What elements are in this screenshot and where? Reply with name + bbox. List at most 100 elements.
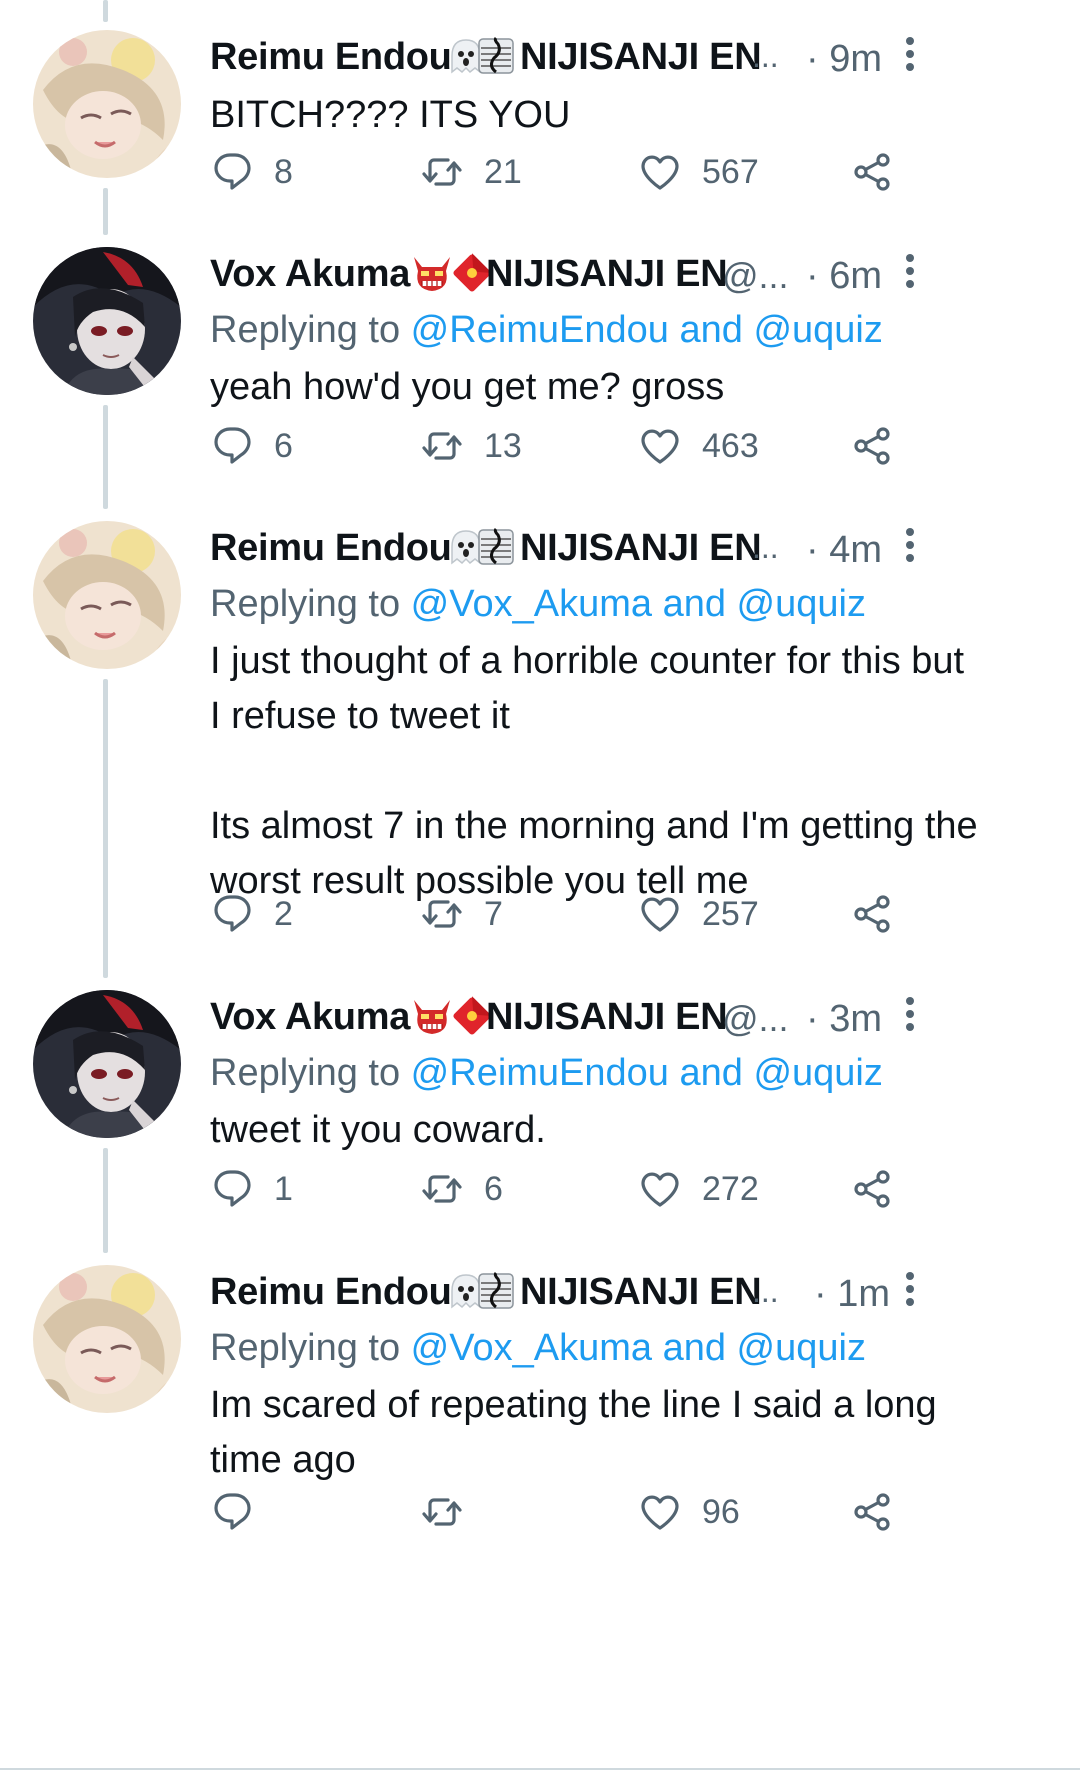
tweet-text: BITCH???? ITS YOU — [210, 94, 571, 136]
replying-to-label: Replying to — [210, 309, 411, 351]
tweet-actions: 6 13 463 — [210, 422, 1040, 470]
avatar[interactable] — [33, 247, 181, 395]
tweet-actions: 2 7 257 — [210, 890, 1040, 938]
retweet-count: 21 — [484, 152, 522, 191]
mention-links[interactable]: @ReimuEndou and @uquiz — [411, 1052, 883, 1094]
thread-connector — [103, 1148, 108, 1253]
retweet-button[interactable]: 21 — [420, 148, 522, 196]
author-name[interactable]: Reimu Endou — [210, 1271, 452, 1314]
musical-score-emoji-icon — [476, 1271, 516, 1316]
tweet-header: Reimu Endou NIJISANJI EN... · 4m — [210, 521, 1040, 577]
avatar[interactable] — [33, 1265, 181, 1413]
author-affiliation: NIJISANJI EN — [486, 253, 728, 295]
more-vertical-icon[interactable] — [900, 994, 920, 1034]
author-handle[interactable]: @... — [722, 998, 789, 1040]
retweet-icon — [422, 1498, 462, 1526]
like-button[interactable]: 96 — [638, 1488, 740, 1536]
replying-to-label: Replying to — [210, 583, 411, 625]
reply-count: 1 — [274, 1169, 293, 1208]
heart-icon — [641, 1172, 679, 1207]
author-affiliation: NIJISANJI EN — [486, 996, 728, 1038]
share-button[interactable] — [850, 890, 894, 938]
avatar[interactable] — [33, 30, 181, 178]
share-button[interactable] — [850, 1165, 894, 1213]
tweet-header: Vox Akuma NIJISANJI EN @... · 6m — [210, 247, 1040, 303]
tweet-header: Vox Akuma NIJISANJI EN @... · 3m — [210, 990, 1040, 1046]
timestamp[interactable]: · 4m — [806, 529, 882, 572]
reply-count: 6 — [274, 426, 293, 465]
replying-to: Replying to @ReimuEndou and @uquiz — [210, 303, 1040, 358]
heart-icon — [641, 1495, 679, 1530]
retweet-button[interactable]: 7 — [420, 890, 503, 938]
ogre-emoji-icon — [410, 996, 454, 1041]
truncation-ellipsis: ... — [752, 529, 779, 565]
tweet-text: tweet it you coward. — [210, 1109, 546, 1151]
tweet-content: Vox Akuma NIJISANJI EN @... · 3m Replying to… — [210, 990, 1040, 1158]
like-count: 463 — [702, 426, 759, 465]
reply-count: 2 — [274, 894, 293, 933]
share-button[interactable] — [850, 422, 894, 470]
heart-icon — [641, 429, 679, 464]
timestamp[interactable]: · 9m — [806, 38, 882, 81]
tweet-text: Im scared of repeating the line I said a… — [210, 1384, 937, 1481]
like-count: 567 — [702, 152, 759, 191]
author-affiliation: NIJISANJI EN — [520, 527, 762, 569]
musical-score-emoji-icon — [476, 36, 516, 81]
tweet-actions: 8 21 567 — [210, 148, 1040, 196]
author-name[interactable]: Reimu Endou — [210, 527, 452, 570]
reply-button[interactable]: 8 — [210, 148, 293, 196]
retweet-button[interactable] — [420, 1488, 484, 1536]
reply-icon — [214, 153, 251, 190]
timestamp[interactable]: · 6m — [806, 255, 882, 298]
reply-button[interactable] — [210, 1488, 274, 1536]
share-button[interactable] — [850, 1488, 894, 1536]
avatar[interactable] — [33, 990, 181, 1138]
avatar[interactable] — [33, 521, 181, 669]
timestamp[interactable]: · 3m — [806, 998, 882, 1041]
author-name[interactable]: Reimu Endou — [210, 36, 452, 79]
mention-links[interactable]: @Vox_Akuma and @uquiz — [411, 583, 866, 625]
like-button[interactable]: 272 — [638, 1165, 759, 1213]
more-vertical-icon[interactable] — [900, 525, 920, 565]
more-vertical-icon[interactable] — [900, 1269, 920, 1309]
reply-button[interactable]: 2 — [210, 890, 293, 938]
author-affiliation: NIJISANJI EN — [520, 36, 762, 78]
tweet-header: Reimu Endou NIJISANJI EN... · 9m — [210, 30, 1040, 86]
tweet-content: Reimu Endou NIJISANJI EN... · 4m Replying t… — [210, 521, 1040, 909]
replying-to-label: Replying to — [210, 1327, 411, 1369]
tweet-actions: 96 — [210, 1488, 1040, 1536]
share-button[interactable] — [850, 148, 894, 196]
like-button[interactable]: 257 — [638, 890, 759, 938]
tweet-actions: 1 6 272 — [210, 1165, 1040, 1213]
thread-connector — [103, 405, 108, 509]
retweet-count: 7 — [484, 894, 503, 933]
like-count: 257 — [702, 894, 759, 933]
truncation-ellipsis: ... — [752, 1273, 779, 1309]
mention-links[interactable]: @ReimuEndou and @uquiz — [411, 309, 883, 351]
thread-connector — [103, 679, 108, 978]
more-vertical-icon[interactable] — [900, 34, 920, 74]
timestamp[interactable]: · 1m — [814, 1273, 890, 1316]
reply-button[interactable]: 1 — [210, 1165, 293, 1213]
author-name[interactable]: Vox Akuma — [210, 253, 410, 296]
mention-links[interactable]: @Vox_Akuma and @uquiz — [411, 1327, 866, 1369]
reply-icon — [214, 427, 251, 464]
retweet-button[interactable]: 13 — [420, 422, 522, 470]
like-button[interactable]: 463 — [638, 422, 759, 470]
retweet-button[interactable]: 6 — [420, 1165, 503, 1213]
author-affiliation: NIJISANJI EN — [520, 1271, 762, 1313]
heart-icon — [641, 897, 679, 932]
tweet-content: Reimu Endou NIJISANJI EN... · 9m BITCH???? … — [210, 30, 1040, 143]
retweet-icon — [422, 432, 462, 460]
tweet-content: Vox Akuma NIJISANJI EN @... · 6m Replying to… — [210, 247, 1040, 415]
author-handle[interactable]: @... — [722, 255, 789, 297]
tweet-text: I just thought of a horrible counter for… — [210, 640, 978, 902]
reply-button[interactable]: 6 — [210, 422, 293, 470]
more-vertical-icon[interactable] — [900, 251, 920, 291]
share-icon — [854, 427, 890, 465]
like-button[interactable]: 567 — [638, 148, 759, 196]
author-name[interactable]: Vox Akuma — [210, 996, 410, 1039]
ogre-emoji-icon — [410, 253, 454, 298]
reply-icon — [214, 895, 251, 932]
reply-icon — [214, 1170, 251, 1207]
